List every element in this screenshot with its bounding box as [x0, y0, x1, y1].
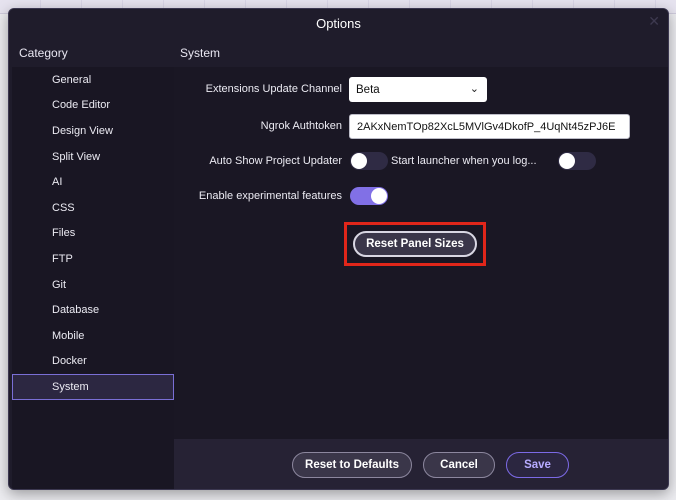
auto-show-toggle[interactable]: [350, 152, 388, 170]
toggle-knob: [351, 153, 367, 169]
options-dialog: Options ✕ Category System General Code E…: [8, 8, 669, 490]
experimental-toggle[interactable]: [350, 187, 388, 205]
dialog-titlebar: Options ✕: [9, 9, 668, 37]
ngrok-authtoken-input[interactable]: 2AKxNemTOp82XcL5MVlGv4DkofP_4UqNt45zPJ6E: [349, 114, 630, 139]
close-icon[interactable]: ✕: [648, 14, 660, 28]
toggle-knob: [559, 153, 575, 169]
update-channel-label: Extensions Update Channel: [205, 83, 342, 95]
category-sidebar: General Code Editor Design View Split Vi…: [12, 67, 174, 489]
sidebar-item-general[interactable]: General: [12, 67, 174, 93]
category-header: Category: [19, 46, 68, 60]
experimental-label: Enable experimental features: [198, 190, 342, 202]
sidebar-item-code-editor[interactable]: Code Editor: [12, 93, 174, 119]
sidebar-item-mobile[interactable]: Mobile: [12, 323, 174, 349]
update-channel-select[interactable]: Beta ⌄: [349, 77, 487, 102]
sidebar-item-system[interactable]: System: [12, 374, 174, 400]
system-settings-panel: Extensions Update Channel Beta ⌄ Ngrok A…: [174, 67, 668, 439]
start-launcher-toggle[interactable]: [558, 152, 596, 170]
start-launcher-label: Start launcher when you log...: [391, 155, 537, 167]
auto-show-label: Auto Show Project Updater: [209, 155, 342, 167]
dialog-title: Options: [316, 15, 361, 31]
dialog-footer: Reset to Defaults Cancel Save: [174, 439, 668, 489]
columns-header: Category System: [9, 41, 668, 65]
save-button[interactable]: Save: [506, 452, 569, 478]
toggle-knob: [371, 188, 387, 204]
reset-panel-sizes-button[interactable]: Reset Panel Sizes: [353, 231, 477, 257]
sidebar-item-git[interactable]: Git: [12, 272, 174, 298]
sidebar-item-docker[interactable]: Docker: [12, 349, 174, 375]
sidebar-item-css[interactable]: CSS: [12, 195, 174, 221]
sidebar-item-ai[interactable]: AI: [12, 169, 174, 195]
section-header: System: [180, 46, 221, 60]
cancel-button[interactable]: Cancel: [423, 452, 495, 478]
sidebar-item-files[interactable]: Files: [12, 221, 174, 247]
sidebar-item-ftp[interactable]: FTP: [12, 246, 174, 272]
sidebar-item-database[interactable]: Database: [12, 297, 174, 323]
ngrok-label: Ngrok Authtoken: [260, 120, 342, 132]
chevron-down-icon: ⌄: [469, 83, 479, 95]
sidebar-item-design-view[interactable]: Design View: [12, 118, 174, 144]
update-channel-value: Beta: [356, 83, 380, 96]
sidebar-item-split-view[interactable]: Split View: [12, 144, 174, 170]
reset-to-defaults-button[interactable]: Reset to Defaults: [292, 452, 412, 478]
